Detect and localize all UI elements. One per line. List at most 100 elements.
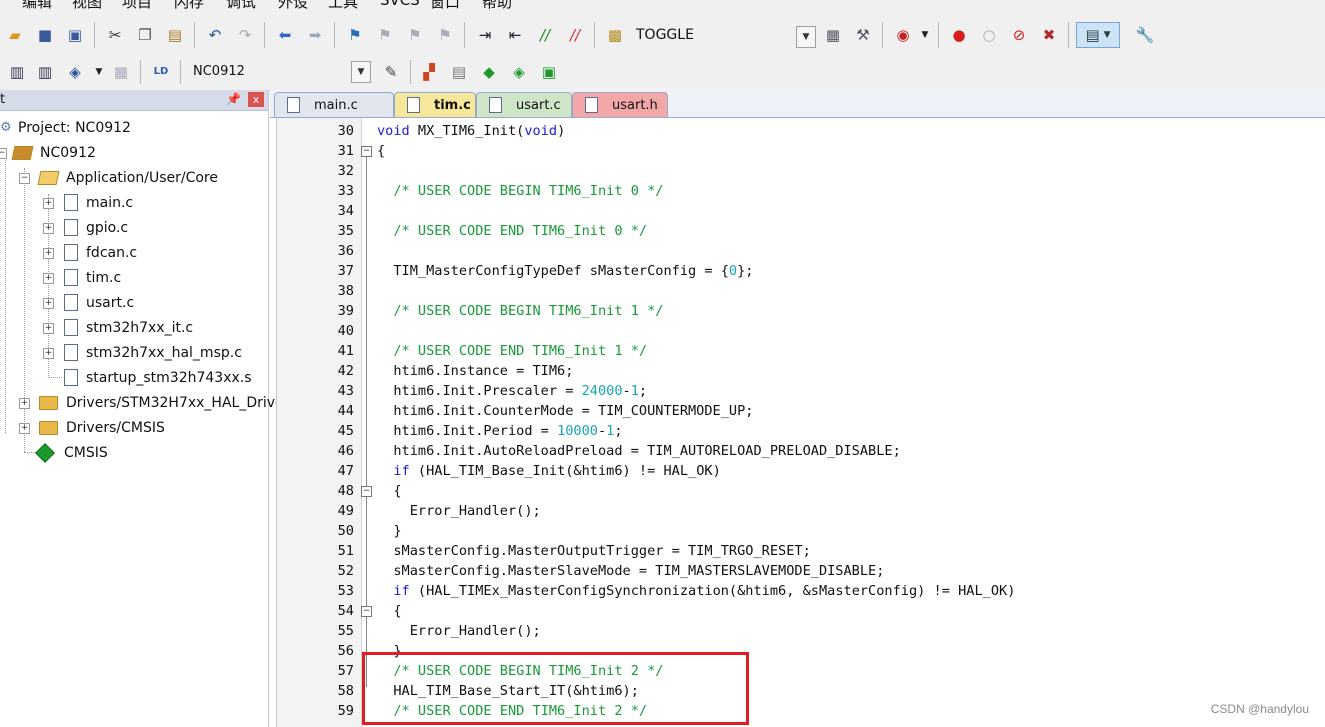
project-root[interactable]: ⚙ Project: NC0912 [0, 115, 131, 140]
copy-icon[interactable]: ❐ [134, 24, 156, 46]
file-node[interactable]: + stm32h7xx_it.c [0, 315, 193, 340]
code-token: }; [737, 263, 754, 279]
bookmark-prev-icon[interactable]: ⚑ [374, 24, 396, 46]
expand-icon[interactable]: + [19, 398, 30, 409]
cut-icon[interactable]: ✂ [104, 24, 126, 46]
indent-icon[interactable]: ⇥ [474, 24, 496, 46]
tab-usart-h[interactable]: usart.h [572, 92, 668, 117]
options-wand-icon[interactable]: ✎ [380, 61, 402, 83]
manage-components-icon[interactable]: ▞ [418, 61, 440, 83]
menu-view[interactable]: 视图 [72, 0, 102, 12]
close-icon[interactable]: x [248, 92, 264, 107]
code-token: void [524, 123, 558, 139]
line-number: 46 [337, 443, 354, 459]
expand-icon[interactable]: + [43, 198, 54, 209]
rebuild-icon[interactable]: ◈ [64, 61, 86, 83]
file-node[interactable]: + fdcan.c [0, 240, 137, 265]
expand-icon[interactable]: + [43, 223, 54, 234]
build-icon[interactable]: ▥ [34, 61, 56, 83]
save-icon[interactable]: ■ [34, 24, 56, 46]
window-layout-icon[interactable]: ▤ ▼ [1076, 22, 1120, 48]
menu-svcs[interactable]: SVCS [380, 0, 420, 9]
pin-icon[interactable]: 📌 [226, 92, 241, 106]
code-editor[interactable]: 30 void MX_TIM6_Init(void) 31 {32 33 /* USER… [276, 118, 1325, 727]
file-node[interactable]: + stm32h7xx_hal_msp.c [0, 340, 242, 365]
tab-main-c[interactable]: main.c [274, 92, 394, 117]
pack-update-icon[interactable]: ▣ [538, 61, 560, 83]
group-node[interactable]: − Application/User/Core [0, 165, 218, 190]
breakpoint-remove-icon[interactable]: ✖ [1038, 24, 1060, 46]
tab-usart-c[interactable]: usart.c [476, 92, 572, 117]
expand-icon[interactable]: + [43, 248, 54, 259]
line-number: 57 [337, 663, 354, 679]
configure-icon[interactable]: 🔧 [1134, 24, 1156, 46]
cmsis-node[interactable]: CMSIS [0, 440, 108, 465]
undo-icon[interactable]: ↶ [204, 24, 226, 46]
expand-icon[interactable]: + [43, 323, 54, 334]
bookmark-next-icon[interactable]: ⚑ [404, 24, 426, 46]
menu-tools[interactable]: 工具 [328, 0, 358, 12]
expand-icon[interactable]: + [43, 298, 54, 309]
download-icon[interactable]: LD [150, 61, 172, 83]
tab-tim-c[interactable]: tim.c [394, 92, 476, 117]
breakpoint-icon[interactable]: ● [948, 24, 970, 46]
file-node[interactable]: + tim.c [0, 265, 121, 290]
uncomment-icon[interactable]: // [564, 24, 586, 46]
code-token: (HAL_TIM_Base_Init(&htim6) != HAL_OK) [409, 463, 721, 479]
fold-marker-icon[interactable]: − [361, 606, 372, 617]
menu-flash[interactable]: 闪存 [174, 0, 204, 12]
code-line: { [377, 601, 401, 621]
folder-node[interactable]: + Drivers/CMSIS [0, 415, 165, 440]
menu-help[interactable]: 帮助 [482, 0, 512, 12]
breakpoint-disable-icon[interactable]: ○ [978, 24, 1000, 46]
file-icon [64, 369, 78, 386]
target-node[interactable]: − NC0912 [0, 140, 96, 165]
paste-icon[interactable]: ▤ [164, 24, 186, 46]
menu-project[interactable]: 项目 [122, 0, 152, 12]
expand-icon[interactable]: + [43, 273, 54, 284]
replace-icon[interactable]: ⚒ [852, 24, 874, 46]
bookmark-icon[interactable]: ⚑ [344, 24, 366, 46]
menu-window[interactable]: 窗口 [430, 0, 460, 12]
select-pack-icon[interactable]: ▤ [448, 61, 470, 83]
batch-build-icon[interactable]: ▦ [110, 61, 132, 83]
chevron-down-icon[interactable]: ▼ [914, 24, 936, 46]
menu-peripherals[interactable]: 外设 [278, 0, 308, 12]
redo-icon[interactable]: ↷ [234, 24, 256, 46]
nav-forward-icon[interactable]: ➡ [304, 24, 326, 46]
collapse-icon[interactable]: − [0, 148, 7, 159]
pack-installer-icon[interactable]: ◈ [508, 61, 530, 83]
file-node[interactable]: + usart.c [0, 290, 134, 315]
expand-icon[interactable]: + [43, 348, 54, 359]
find-icon[interactable]: ▦ [822, 24, 844, 46]
folder-node[interactable]: + Drivers/STM32H7xx_HAL_Drive [0, 390, 284, 415]
find-in-files-icon[interactable]: ▩ [604, 24, 626, 46]
save-all-icon[interactable]: ▣ [64, 24, 86, 46]
code-token: ) [557, 123, 566, 139]
bookmark-clear-icon[interactable]: ⚑ [434, 24, 456, 46]
file-node[interactable]: + gpio.c [0, 215, 128, 240]
target-select[interactable]: NC0912 ▼ [186, 61, 372, 83]
comment-icon[interactable]: // [534, 24, 556, 46]
run-time-env-icon[interactable]: ◆ [478, 61, 500, 83]
menu-debug[interactable]: 调试 [226, 0, 256, 12]
fold-marker-icon[interactable]: − [361, 486, 372, 497]
toggle-dropdown[interactable]: ▼ [796, 26, 816, 48]
file-icon [585, 97, 598, 113]
fold-marker-icon[interactable]: − [361, 146, 372, 157]
open-folder-icon[interactable]: ▰ [4, 24, 26, 46]
translate-icon[interactable]: ▥ [6, 61, 28, 83]
nav-back-icon[interactable]: ⬅ [274, 24, 296, 46]
expand-icon[interactable]: + [19, 423, 30, 434]
file-node[interactable]: startup_stm32h743xx.s [0, 365, 252, 390]
file-node[interactable]: + main.c [0, 190, 133, 215]
file-icon [287, 97, 300, 113]
collapse-icon[interactable]: − [19, 173, 30, 184]
unindent-icon[interactable]: ⇤ [504, 24, 526, 46]
cmsis-label: CMSIS [64, 444, 108, 461]
chevron-down-icon[interactable]: ▼ [88, 61, 110, 83]
breakpoint-kill-icon[interactable]: ⊘ [1008, 24, 1030, 46]
debug-session-icon[interactable]: ◉ [892, 24, 914, 46]
menu-edit[interactable]: 编辑 [22, 0, 52, 12]
